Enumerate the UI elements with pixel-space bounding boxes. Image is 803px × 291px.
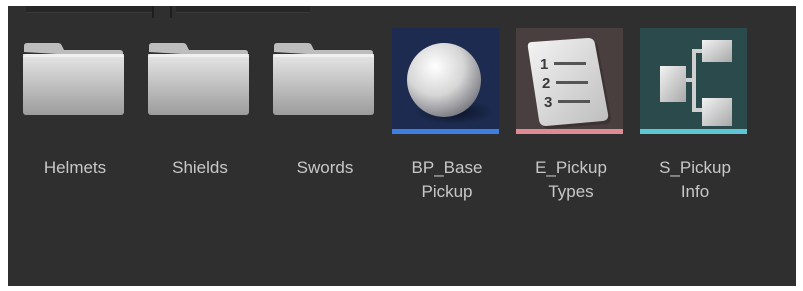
tile-label: E_Pickup Types — [535, 158, 607, 201]
folder-tile-swords[interactable]: Swords — [270, 28, 380, 218]
asset-tile-e-pickup-types[interactable]: 1 2 3 E_Pickup Types — [516, 28, 626, 218]
tile-label: Swords — [296, 158, 354, 177]
sphere-icon — [407, 43, 494, 124]
svg-text:3: 3 — [544, 94, 552, 111]
tile-label: Helmets — [43, 158, 107, 177]
toolbar-divider — [152, 6, 154, 18]
asset-thumbnail — [392, 28, 502, 136]
asset-thumbnail: 1 2 3 — [516, 28, 626, 136]
tile-label: S_Pickup Info — [659, 158, 731, 201]
toolbar-divider — [170, 6, 172, 18]
asset-thumb-bg: 1 2 3 — [516, 28, 623, 134]
asset-thumbnail — [640, 28, 750, 136]
folder-icon — [270, 28, 380, 136]
toolbar-segment — [176, 6, 310, 13]
asset-tile-s-pickup-info[interactable]: S_Pickup Info — [640, 28, 750, 218]
svg-text:2: 2 — [542, 75, 550, 92]
struct-diagram-icon — [660, 40, 732, 126]
asset-tile-bp-base-pickup[interactable]: BP_Base Pickup — [392, 28, 502, 218]
tile-label: BP_Base Pickup — [411, 158, 483, 201]
asset-thumb-bg — [392, 28, 499, 134]
tile-label: Shields — [172, 158, 228, 177]
numbered-list-icon: 1 2 3 — [527, 38, 612, 129]
svg-text:1: 1 — [540, 56, 548, 73]
content-browser-panel: Helmets Shields Swords BP_Base Pickup 1 … — [8, 6, 796, 286]
folder-tile-helmets[interactable]: Helmets — [20, 28, 130, 218]
folder-tile-shields[interactable]: Shields — [145, 28, 255, 218]
toolbar-segment — [26, 6, 152, 13]
folder-icon — [20, 28, 130, 136]
asset-type-color-bar — [516, 129, 623, 134]
asset-type-color-bar — [640, 129, 747, 134]
folder-icon — [145, 28, 255, 136]
asset-type-color-bar — [392, 129, 499, 134]
asset-thumb-bg — [640, 28, 747, 134]
toolbar-strip — [8, 6, 796, 18]
